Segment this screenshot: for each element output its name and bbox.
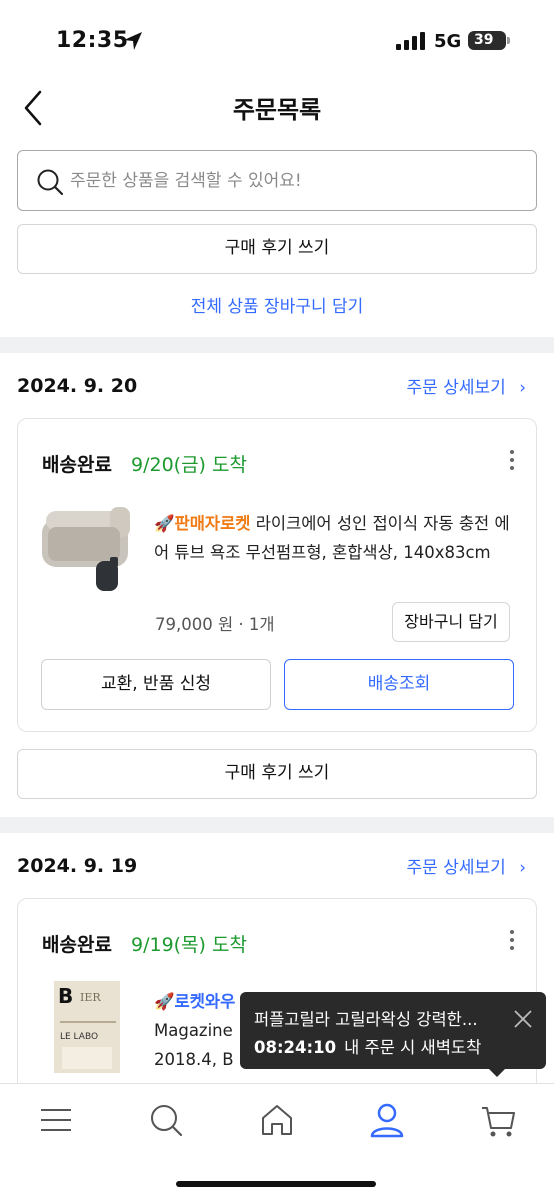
- toast-title: 퍼플고릴라 고릴라왁싱 강력한...: [254, 1010, 478, 1029]
- toast-timer: 08:24:10: [254, 1038, 337, 1057]
- home-icon[interactable]: [257, 1100, 297, 1140]
- product-image[interactable]: B IER LE LABO: [54, 981, 120, 1073]
- chevron-right-icon: ›: [519, 378, 526, 398]
- seller-rocket-badge: 판매자로켓: [174, 514, 251, 533]
- separator-dot: ·: [238, 615, 249, 634]
- delivery-status: 배송완료: [42, 934, 112, 956]
- battery-icon: 39: [468, 31, 510, 50]
- rocket-icon: 🚀: [154, 514, 175, 533]
- product-image[interactable]: [40, 501, 138, 601]
- order-detail-label: 주문 상세보기: [406, 378, 506, 398]
- delivery-status: 배송완료: [42, 454, 112, 476]
- order-date: 2024. 9. 19: [17, 855, 138, 877]
- cart-icon[interactable]: [478, 1100, 518, 1140]
- order-detail-link[interactable]: 주문 상세보기 ›: [407, 373, 526, 398]
- section-divider: [0, 817, 554, 833]
- svg-text:B: B: [58, 984, 73, 1008]
- arrival-date: 9/20(금) 도착: [131, 454, 247, 476]
- network-type: 5G: [434, 31, 462, 52]
- product-quantity: 1개: [248, 615, 275, 634]
- product-name[interactable]: 🚀판매자로켓 라이크에어 성인 접이식 자동 충전 에어 튜브 욕조 무선펌프형…: [154, 509, 518, 567]
- exchange-return-button[interactable]: 교환, 반품 신청: [41, 659, 271, 710]
- price-quantity: 79,000 원 · 1개: [155, 611, 275, 635]
- search-box[interactable]: [17, 150, 537, 211]
- toast-message-line: 08:24:10 내 주문 시 새벽도착: [254, 1034, 481, 1058]
- chevron-right-icon: ›: [519, 858, 526, 878]
- more-options-icon[interactable]: [506, 927, 518, 955]
- cellular-signal-icon: [396, 32, 425, 50]
- status-bar: 12:35 5G 39: [0, 0, 554, 70]
- svg-text:IER: IER: [80, 991, 101, 1004]
- rocket-wow-badge: 로켓와우: [174, 992, 236, 1011]
- nav-header: 주문목록: [0, 70, 554, 142]
- menu-icon[interactable]: [36, 1100, 76, 1140]
- profile-icon[interactable]: [367, 1100, 407, 1140]
- order-detail-link[interactable]: 주문 상세보기 ›: [407, 853, 526, 878]
- svg-text:LE LABO: LE LABO: [60, 1032, 98, 1042]
- order-review-button[interactable]: 구매 후기 쓰기: [17, 749, 537, 799]
- order-detail-label: 주문 상세보기: [406, 858, 506, 878]
- order-card: 배송완료 9/20(금) 도착 🚀판매자로켓 라이크에어 성인 접이식 자동 충…: [17, 418, 537, 732]
- add-to-cart-button[interactable]: 장바구니 담기: [392, 602, 510, 642]
- rocket-icon: 🚀: [154, 992, 175, 1011]
- search-icon[interactable]: [146, 1100, 186, 1140]
- write-review-button[interactable]: 구매 후기 쓰기: [17, 224, 537, 274]
- close-icon[interactable]: [512, 1008, 534, 1030]
- battery-level: 39: [474, 32, 494, 48]
- arrival-date: 9/19(목) 도착: [131, 934, 247, 956]
- order-date: 2024. 9. 20: [17, 375, 138, 397]
- home-indicator: [176, 1181, 376, 1187]
- toast-message: 내 주문 시 새벽도착: [344, 1038, 482, 1057]
- status-time: 12:35: [56, 28, 129, 53]
- section-divider: [0, 337, 554, 353]
- more-options-icon[interactable]: [506, 447, 518, 475]
- product-title: Magazine: [154, 1021, 233, 1040]
- search-icon: [37, 169, 64, 196]
- page-title: 주문목록: [232, 96, 322, 124]
- product-price: 79,000 원: [155, 615, 234, 634]
- track-delivery-button[interactable]: 배송조회: [284, 659, 514, 710]
- location-arrow-icon: [124, 32, 142, 50]
- product-subtitle: 2018.4, B: [154, 1050, 234, 1069]
- add-all-to-cart-link[interactable]: 전체 상품 장바구니 담기: [0, 292, 554, 317]
- promo-toast[interactable]: 퍼플고릴라 고릴라왁싱 강력한... 08:24:10 내 주문 시 새벽도착: [240, 992, 546, 1077]
- search-input[interactable]: [70, 161, 510, 201]
